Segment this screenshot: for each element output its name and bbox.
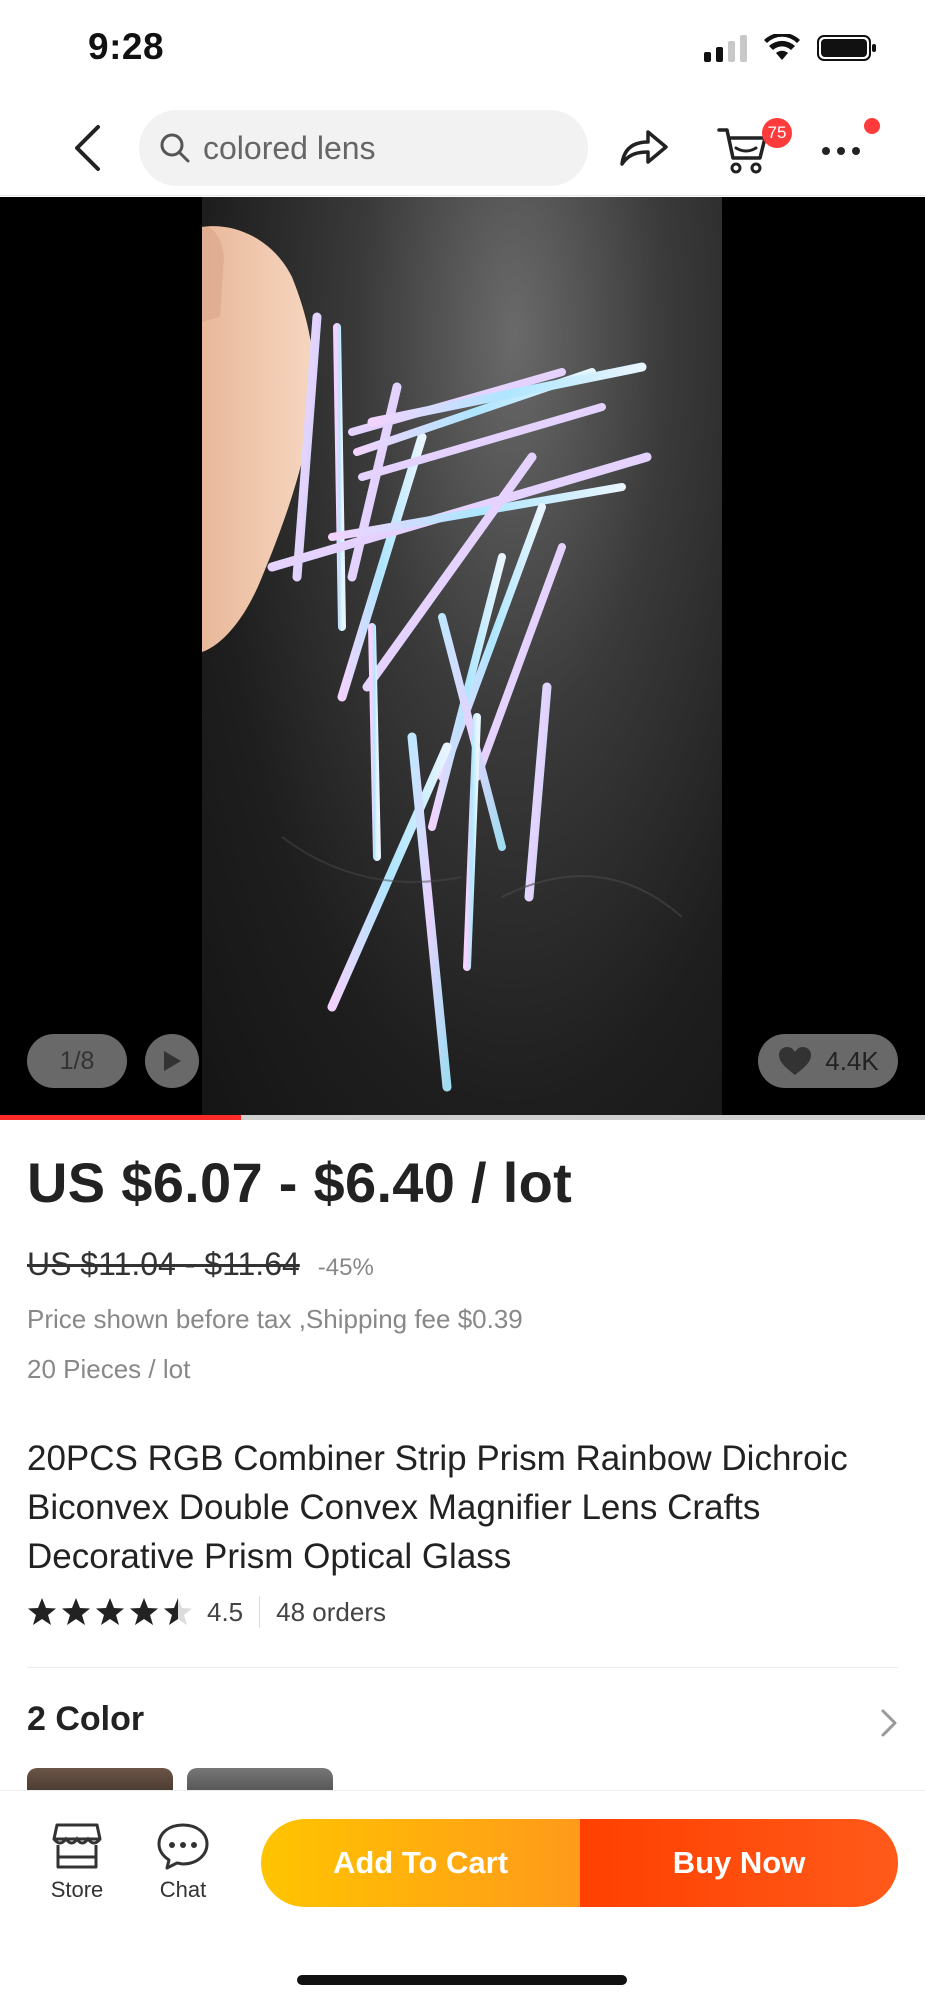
rating-divider bbox=[259, 1596, 261, 1628]
home-indicator bbox=[297, 1975, 627, 1985]
product-price: US $6.07 - $6.40 / lot bbox=[27, 1151, 573, 1214]
rating-row[interactable]: 4.5 48 orders bbox=[27, 1592, 386, 1632]
star-icon bbox=[28, 1598, 56, 1625]
search-input[interactable]: colored lens bbox=[139, 110, 588, 186]
section-divider bbox=[27, 1667, 898, 1668]
wishlist-button[interactable]: 4.4K bbox=[758, 1034, 898, 1088]
media-progress-bar bbox=[0, 1115, 925, 1120]
rating-stars bbox=[27, 1597, 193, 1627]
share-button[interactable] bbox=[614, 118, 674, 178]
chat-label: Chat bbox=[159, 1877, 207, 1902]
store-label: Store bbox=[50, 1877, 104, 1902]
wifi-icon bbox=[764, 34, 800, 60]
bottom-action-bar: Store Chat Add To Cart Buy Now bbox=[0, 1790, 925, 2000]
media-counter: 1/8 bbox=[27, 1034, 127, 1088]
play-icon bbox=[164, 1051, 181, 1071]
cellular-signal-icon bbox=[704, 34, 747, 62]
like-count: 4.4K bbox=[825, 1045, 879, 1076]
status-icons bbox=[704, 34, 877, 62]
play-video-button[interactable] bbox=[145, 1034, 199, 1088]
color-swatch[interactable] bbox=[27, 1768, 173, 1792]
share-icon bbox=[620, 130, 668, 166]
discount-badge: -45% bbox=[317, 1254, 374, 1281]
more-dots-icon bbox=[822, 147, 860, 155]
product-photo bbox=[202, 197, 722, 1117]
star-icon bbox=[96, 1598, 124, 1625]
color-swatch[interactable] bbox=[187, 1768, 333, 1792]
chevron-left-icon bbox=[75, 125, 100, 171]
star-icon bbox=[164, 1598, 192, 1625]
tax-shipping-note: Price shown before tax ,Shipping fee $0.… bbox=[27, 1304, 523, 1334]
prism-strips-image bbox=[202, 226, 683, 1092]
media-progress-fill bbox=[0, 1115, 241, 1120]
search-icon bbox=[160, 133, 190, 163]
add-to-cart-button[interactable]: Add To Cart bbox=[261, 1819, 580, 1907]
status-time: 9:28 bbox=[88, 26, 165, 67]
search-query: colored lens bbox=[203, 129, 376, 166]
star-icon bbox=[62, 1598, 90, 1625]
battery-icon bbox=[817, 35, 876, 61]
chevron-right-icon bbox=[881, 1709, 897, 1737]
orders-count: 48 orders bbox=[276, 1596, 386, 1627]
pieces-per-lot: 20 Pieces / lot bbox=[27, 1354, 191, 1384]
color-variants-row[interactable]: 2 Color bbox=[27, 1700, 898, 1748]
product-title: 20PCS RGB Combiner Strip Prism Rainbow D… bbox=[27, 1439, 848, 1576]
star-icon bbox=[130, 1598, 158, 1625]
notification-dot bbox=[864, 118, 880, 134]
more-options-button[interactable] bbox=[816, 126, 866, 176]
product-media-viewer[interactable] bbox=[0, 197, 925, 1117]
top-nav: colored lens 75 bbox=[0, 100, 925, 196]
buy-now-button[interactable]: Buy Now bbox=[580, 1819, 898, 1907]
chat-button[interactable]: Chat bbox=[146, 1821, 220, 1903]
store-icon bbox=[52, 1823, 102, 1869]
chat-bubble-icon bbox=[157, 1823, 209, 1870]
purchase-buttons: Add To Cart Buy Now bbox=[261, 1819, 898, 1907]
original-price: US $11.04 - $11.64 bbox=[27, 1246, 300, 1282]
back-button[interactable] bbox=[62, 120, 112, 176]
heart-icon bbox=[779, 1047, 812, 1075]
original-price-row: US $11.04 - $11.64 -45% bbox=[27, 1246, 374, 1283]
status-bar: 9:28 bbox=[0, 0, 925, 100]
store-button[interactable]: Store bbox=[40, 1821, 114, 1903]
rating-value: 4.5 bbox=[207, 1596, 244, 1627]
color-variants-title: 2 Color bbox=[27, 1700, 145, 1738]
cart-count-badge: 75 bbox=[762, 118, 792, 148]
